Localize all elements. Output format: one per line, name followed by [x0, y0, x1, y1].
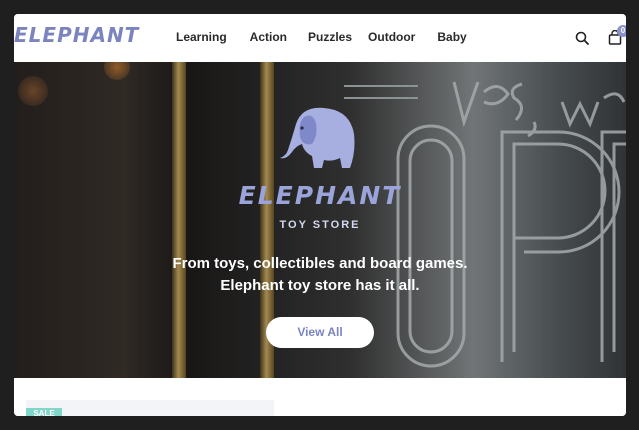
- nav-item-baby[interactable]: Baby: [437, 30, 466, 44]
- main-nav: Learning Action Puzzles Outdoor Baby: [176, 30, 467, 44]
- product-card[interactable]: [26, 400, 274, 416]
- nav-item-action[interactable]: Action: [250, 30, 287, 44]
- sale-badge: SALE: [26, 408, 62, 416]
- nav-item-learning[interactable]: Learning: [176, 30, 227, 44]
- product-section: SALE: [14, 378, 626, 416]
- nav-item-puzzles[interactable]: Puzzles: [308, 30, 352, 44]
- hero-logo-subtitle: TOY STORE: [279, 219, 361, 231]
- view-all-button[interactable]: View All: [266, 317, 374, 348]
- hero-logo-wordmark: ELEPHANT: [238, 181, 402, 210]
- elephant-icon: [280, 107, 355, 168]
- nav-item-outdoor[interactable]: Outdoor: [368, 30, 415, 44]
- hero-tagline: From toys, collectibles and board games.…: [172, 255, 468, 294]
- cart-count-badge: 0: [617, 25, 626, 37]
- site-header: ELEPHANT Learning Action Puzzles Outdoor…: [14, 14, 626, 62]
- search-icon[interactable]: [575, 31, 589, 45]
- browser-frame: ELEPHANT Learning Action Puzzles Outdoor…: [14, 14, 626, 416]
- site-logo[interactable]: ELEPHANT: [14, 23, 139, 47]
- hero-banner: ELEPHANT TOY STORE From toys, collectibl…: [14, 62, 626, 378]
